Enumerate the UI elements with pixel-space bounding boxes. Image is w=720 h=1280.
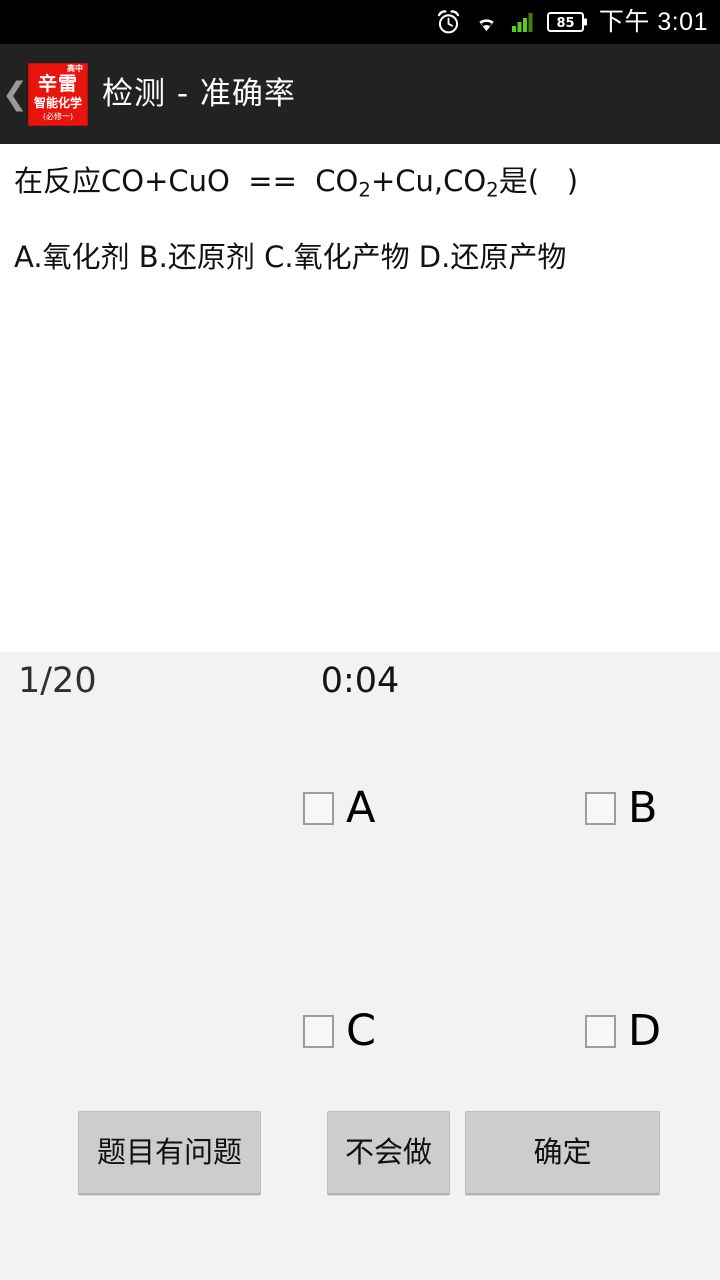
question-stem-middle: +Cu,CO <box>370 164 487 198</box>
quiz-meta-row: 1/20 0:04 <box>0 652 720 714</box>
question-stem-prefix: 在反应CO+CuO == CO <box>14 164 359 198</box>
question-options-text: A.氧化剂 B.还原剂 C.氧化产物 D.还原产物 <box>14 239 567 274</box>
app-logo: 高中 辛雷 智能化学 (必修一) <box>28 62 88 126</box>
choice-option-a[interactable]: A <box>303 787 375 830</box>
checkbox-c[interactable] <box>303 1015 334 1048</box>
wifi-icon <box>473 10 500 34</box>
app-logo-main: 辛雷 <box>37 72 78 95</box>
choice-option-d[interactable]: D <box>585 1010 661 1053</box>
action-button-row: 题目有问题 不会做 确定 <box>0 1111 720 1199</box>
alarm-clock-icon <box>435 9 462 36</box>
checkbox-d[interactable] <box>585 1015 616 1048</box>
choice-option-b[interactable]: B <box>585 787 658 830</box>
battery-icon: 85 <box>546 10 588 34</box>
question-stem-subscript-1: 2 <box>358 178 371 202</box>
dont-know-button[interactable]: 不会做 <box>327 1111 450 1195</box>
choice-option-c[interactable]: C <box>303 1010 376 1053</box>
cellular-signal-icon <box>511 11 536 33</box>
app-logo-footer: (必修一) <box>42 111 74 121</box>
page-title: 检测 - 准确率 <box>102 75 296 112</box>
choice-label-a: A <box>346 783 376 833</box>
confirm-button[interactable]: 确定 <box>465 1111 660 1195</box>
status-bar-clock: 下午 3:01 <box>598 7 708 36</box>
quiz-timer: 0:04 <box>320 661 400 701</box>
choice-label-b: B <box>628 783 658 833</box>
report-problem-button[interactable]: 题目有问题 <box>78 1111 261 1195</box>
question-stem-suffix: 是( ) <box>498 164 579 198</box>
answer-panel: 1/20 0:04 A B C D 题目有问题 不会做 确定 <box>0 652 720 1280</box>
question-area: 在反应CO+CuO == CO2+Cu,CO2是( ) A.氧化剂 B.还原剂 … <box>0 144 720 652</box>
question-stem: 在反应CO+CuO == CO2+Cu,CO2是( ) <box>14 164 706 203</box>
question-stem-subscript-2: 2 <box>486 178 499 202</box>
app-logo-sub: 智能化学 <box>33 95 82 110</box>
app-root: 85 下午 3:01 ❮ 高中 辛雷 智能化学 (必修一) 检测 - 准确率 在… <box>0 0 720 1280</box>
app-header: ❮ 高中 辛雷 智能化学 (必修一) 检测 - 准确率 <box>0 44 720 144</box>
checkbox-b[interactable] <box>585 792 616 825</box>
battery-level-text: 85 <box>556 16 574 31</box>
choice-label-c: C <box>346 1006 377 1056</box>
status-bar: 85 下午 3:01 <box>0 0 720 44</box>
back-chevron-icon[interactable]: ❮ <box>0 44 28 144</box>
app-logo-superscript: 高中 <box>67 63 83 73</box>
checkbox-a[interactable] <box>303 792 334 825</box>
choice-label-d: D <box>628 1006 662 1056</box>
